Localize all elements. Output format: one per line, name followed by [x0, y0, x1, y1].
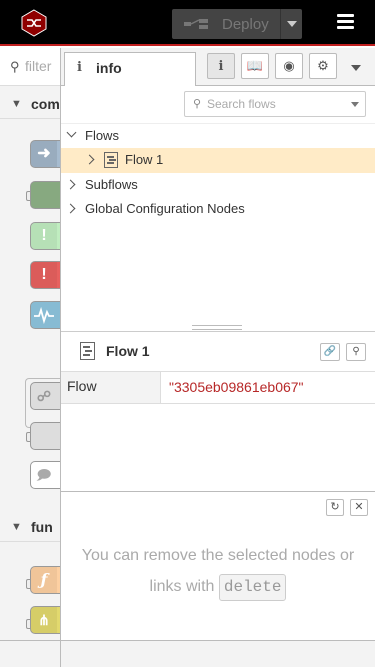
gear-icon: ⚙	[317, 58, 329, 73]
palette-node-link-in[interactable]: ➜	[30, 140, 60, 168]
search-row: ⚲ Search flows	[61, 86, 375, 124]
tree-item-subflows[interactable]: Subflows	[61, 173, 375, 197]
sidebar: i info i 📖 ◉ ⚙ ⚲ Search flows Flows Flow…	[61, 48, 375, 667]
flow-icon	[104, 152, 118, 168]
chevron-right-icon	[65, 203, 76, 214]
splitter-grip[interactable]	[192, 325, 242, 330]
tree-label: Global Configuration Nodes	[85, 201, 245, 216]
search-icon: ⚲	[193, 98, 202, 110]
chevron-right-icon	[84, 154, 95, 165]
category-label: com	[31, 96, 60, 112]
node-red-logo-icon[interactable]	[20, 9, 48, 37]
palette-category-function[interactable]: ▼ fun	[0, 512, 60, 542]
palette-node-status[interactable]	[30, 301, 60, 329]
tree-item-flow-1[interactable]: Flow 1	[61, 148, 375, 173]
header: Deploy	[0, 0, 375, 46]
help-hint-line1: You can remove the selected nodes or	[81, 547, 355, 564]
search-flows-input[interactable]: ⚲ Search flows	[184, 91, 366, 117]
deploy-label: Deploy	[222, 16, 269, 33]
find-in-workspace-button[interactable]: ⚲	[346, 343, 366, 361]
arrow-right-icon: ➜	[31, 141, 57, 167]
tree-item-global-config[interactable]: Global Configuration Nodes	[61, 197, 375, 221]
search-placeholder: Search flows	[207, 97, 276, 111]
help-tab-button[interactable]: 📖	[241, 53, 269, 79]
palette-node-function[interactable]: ƒ	[30, 566, 60, 594]
comment-icon: 🗩	[36, 467, 52, 482]
refresh-button[interactable]: ↻	[326, 499, 344, 516]
help-hint: You can remove the selected nodes or lin…	[61, 540, 375, 602]
tree-item-flows[interactable]: Flows	[61, 124, 375, 148]
flow-icon	[80, 342, 95, 360]
tabs-menu-chevron-icon[interactable]	[351, 65, 361, 71]
property-key: Flow	[61, 372, 161, 403]
link-icon: 🔗	[323, 346, 337, 357]
properties-title: Flow 1	[106, 343, 150, 359]
chevron-down-icon: ▼	[11, 521, 22, 533]
search-icon: ⚲	[10, 59, 20, 74]
palette-footer	[0, 640, 60, 667]
info-icon: i	[218, 59, 224, 74]
palette-node-link-out[interactable]: li	[30, 422, 60, 450]
config-tab-button[interactable]: ⚙	[309, 53, 337, 79]
chevron-down-icon: ▼	[11, 98, 22, 110]
debug-node-label: d	[53, 182, 60, 208]
palette-node-link-call[interactable]: ☍	[30, 382, 60, 410]
palette-node-complete[interactable]: !	[30, 222, 60, 250]
bug-icon: ◉	[283, 58, 295, 73]
search-icon: ⚲	[352, 346, 360, 357]
chevron-right-icon	[65, 179, 76, 190]
property-value: "3305eb09861eb067"	[169, 379, 304, 395]
link-icon: ☍	[36, 388, 52, 404]
tree-label: Flows	[85, 128, 119, 143]
info-icon: i	[77, 60, 82, 75]
category-label: fun	[31, 519, 53, 535]
palette-node-switch[interactable]: ⋔	[30, 606, 60, 634]
properties-header: Flow 1 🔗 ⚲	[61, 332, 375, 372]
palette-node-debug[interactable]: d	[30, 181, 60, 209]
switch-icon: ⋔	[31, 607, 57, 633]
hamburger-icon	[336, 14, 354, 17]
book-icon: 📖	[246, 58, 264, 73]
palette-node-catch[interactable]: !	[30, 261, 60, 289]
property-row: Flow "3305eb09861eb067"	[61, 372, 375, 404]
tab-info[interactable]: i info	[64, 52, 196, 86]
help-panel: ↻ ✕ You can remove the selected nodes or…	[61, 491, 375, 639]
pulse-icon	[34, 306, 54, 325]
help-hint-line2: links with	[149, 578, 215, 595]
chevron-down-icon	[66, 127, 77, 138]
sidebar-footer	[61, 640, 375, 667]
refresh-icon: ↻	[330, 501, 340, 513]
palette-node-comment[interactable]: 🗩	[30, 461, 60, 489]
sidebar-tabbar: i info i 📖 ◉ ⚙	[61, 48, 375, 86]
panel-splitter[interactable]	[61, 324, 375, 332]
palette-filter-input[interactable]: filter	[25, 58, 51, 74]
function-icon: ƒ	[31, 567, 57, 593]
info-tab-button[interactable]: i	[207, 53, 235, 79]
debug-tab-button[interactable]: ◉	[275, 53, 303, 79]
exclamation-icon: !	[31, 262, 57, 288]
tree-label: Subflows	[85, 177, 138, 192]
close-button[interactable]: ✕	[350, 499, 368, 516]
node-palette: ⚲ filter ▼ com ➜ d ! ! ☍ li 🗩 ▼ fun ƒ	[0, 48, 61, 667]
link-node-label: li	[51, 423, 60, 449]
palette-filter[interactable]: ⚲ filter	[0, 48, 60, 86]
main-menu-button[interactable]	[330, 11, 360, 37]
deploy-button[interactable]: Deploy	[172, 9, 302, 39]
close-icon: ✕	[354, 501, 364, 513]
tab-info-label: info	[96, 60, 122, 76]
copy-link-button[interactable]: 🔗	[320, 343, 340, 361]
chevron-down-icon[interactable]	[351, 102, 359, 107]
deploy-icon	[184, 19, 208, 29]
deploy-dropdown-icon[interactable]	[280, 9, 303, 39]
delete-key-hint: delete	[218, 574, 287, 601]
tree-label: Flow 1	[125, 152, 164, 167]
exclamation-icon: !	[31, 223, 57, 249]
palette-category-common[interactable]: ▼ com	[0, 89, 60, 119]
